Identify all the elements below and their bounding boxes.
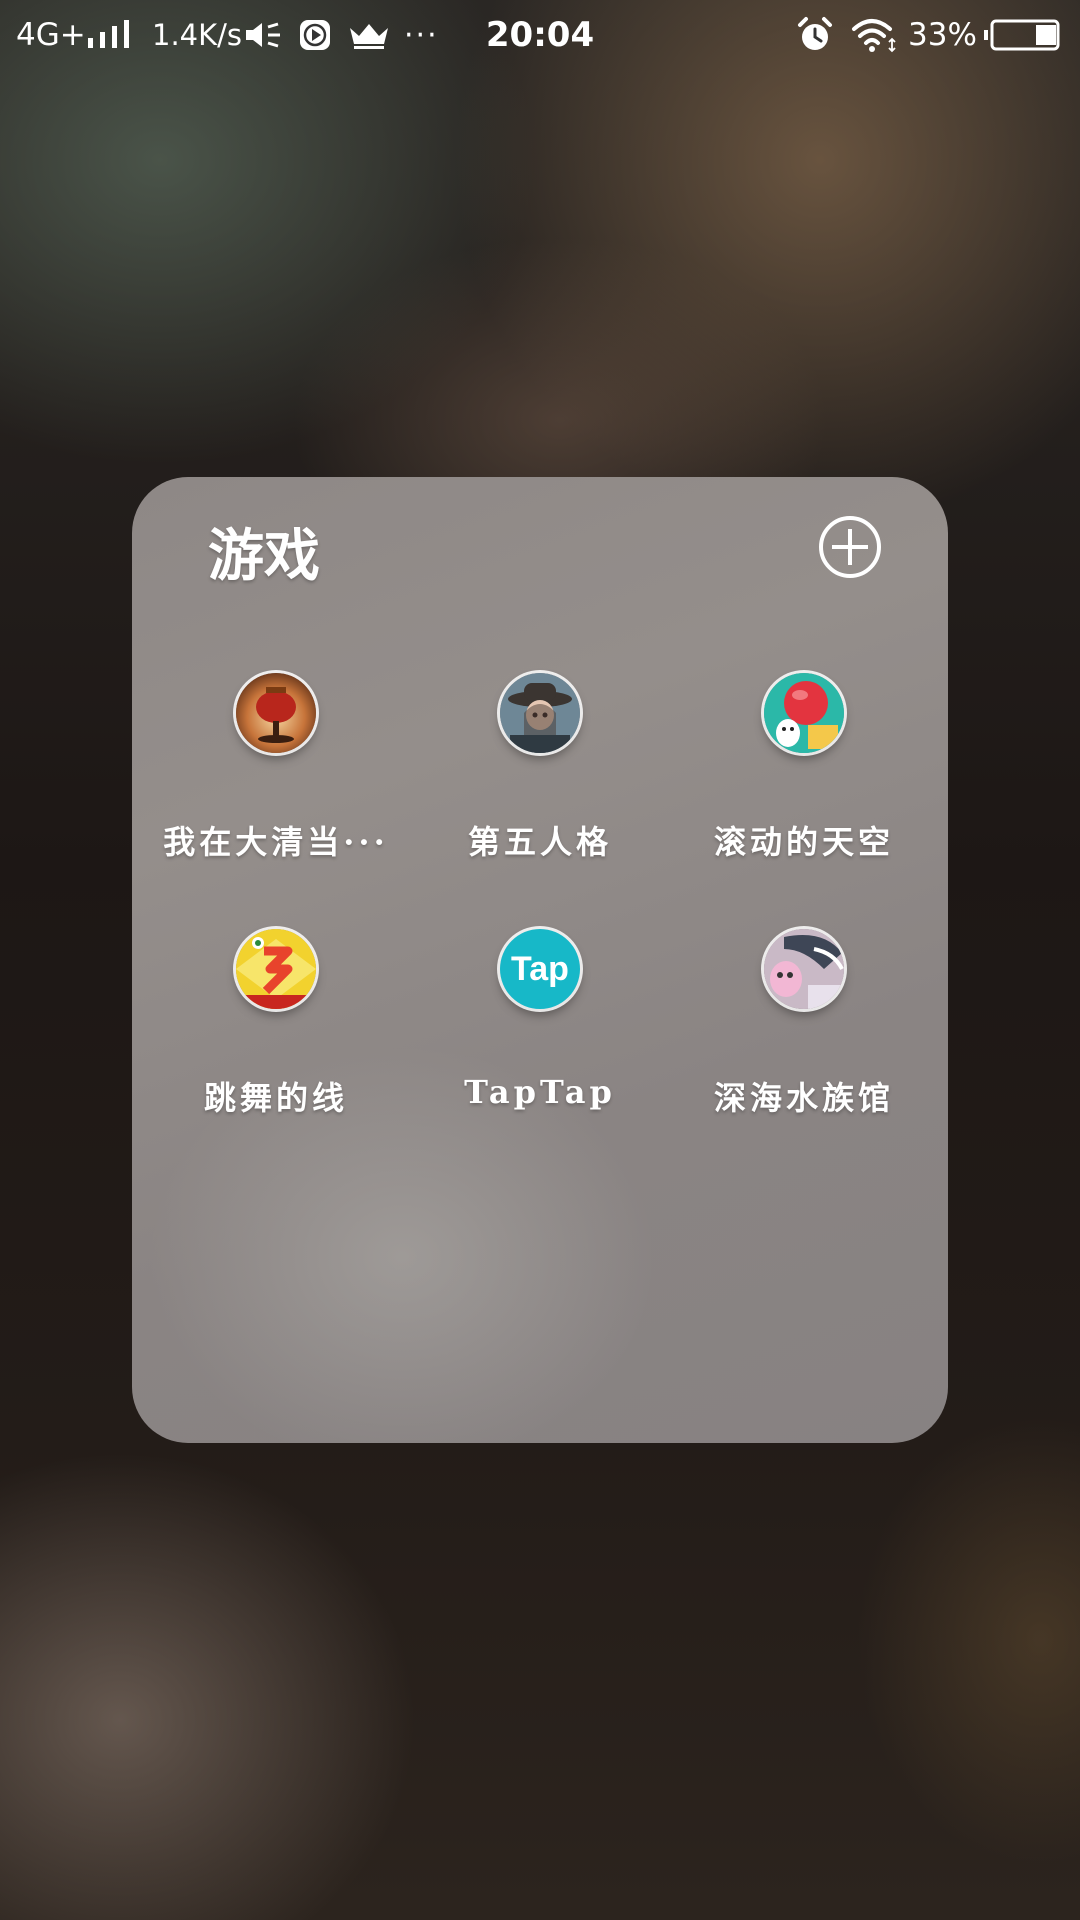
- app-icon-dancing-line: [236, 929, 316, 1009]
- more-notifications: ···: [404, 17, 439, 53]
- app-icon-aquarium: [764, 929, 844, 1009]
- crown-icon: [348, 0, 390, 70]
- app-icon-taptap: Tap: [500, 929, 580, 1009]
- signal-icon: [86, 0, 132, 70]
- app-label: 我在大清当···: [163, 823, 389, 861]
- network-speed: 1.4K/s: [152, 18, 243, 52]
- battery-percent: 33%: [908, 17, 977, 53]
- media-play-icon: [298, 0, 332, 70]
- add-app-button[interactable]: [818, 515, 882, 579]
- add-circle-icon: [819, 516, 881, 578]
- app-label: 跳舞的线: [203, 1079, 348, 1117]
- app-icon-lantern: [236, 673, 316, 753]
- app-folder: 游戏 我在大清当··· 第五人格 滚动的天空 跳舞的线 Tap TapTap 深…: [132, 477, 948, 1443]
- battery-icon: [984, 0, 1062, 70]
- app-label: 深海水族馆: [713, 1079, 894, 1117]
- app-icon-rolling-sky: [764, 673, 844, 753]
- app-label: TapTap: [464, 1073, 616, 1111]
- alarm-icon: [796, 0, 834, 70]
- wifi-icon: [850, 0, 898, 70]
- app-label: 滚动的天空: [713, 823, 894, 861]
- app-icon-identity-v: [500, 673, 580, 753]
- status-bar: 4G+ 1.4K/s ··· 20:04 33%: [0, 0, 1080, 70]
- speaker-icon: [244, 0, 284, 70]
- folder-title[interactable]: 游戏: [208, 511, 320, 592]
- network-type: 4G+: [16, 17, 86, 53]
- app-label: 第五人格: [467, 823, 612, 861]
